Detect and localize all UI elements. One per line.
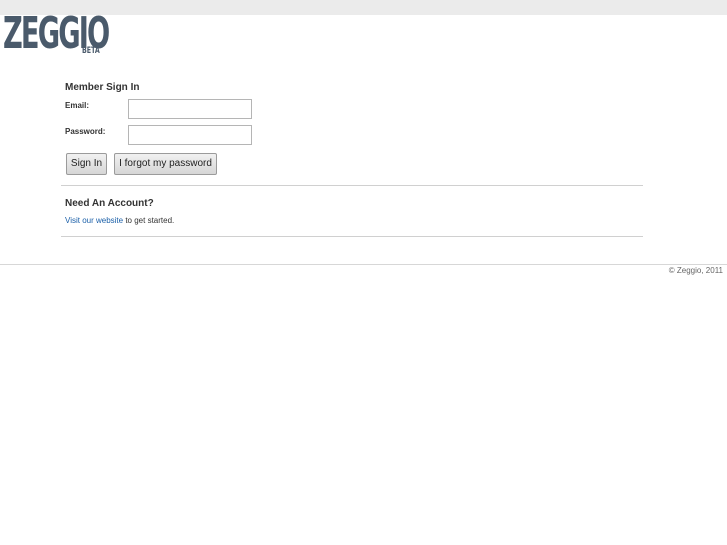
footer-divider (0, 264, 727, 265)
password-label: Password: (65, 127, 106, 136)
sign-in-heading: Member Sign In (65, 82, 140, 93)
password-field[interactable] (128, 125, 252, 145)
get-started-suffix: to get started. (123, 216, 175, 225)
divider (61, 185, 643, 186)
email-label: Email: (65, 101, 90, 110)
copyright-text: © Zeggio, 2011 (668, 266, 723, 275)
zeggio-logo[interactable]: ZEGGIO BETA (3, 11, 110, 59)
get-started-text: Visit our website to get started. (65, 216, 174, 225)
sign-in-button[interactable]: Sign In (66, 153, 107, 175)
top-bar (0, 0, 727, 15)
logo-beta-tag: BETA (82, 46, 100, 56)
need-account-heading: Need An Account? (65, 198, 154, 209)
forgot-password-button[interactable]: I forgot my password (114, 153, 217, 175)
visit-website-link[interactable]: Visit our website (65, 216, 123, 225)
divider (61, 236, 643, 237)
email-field[interactable] (128, 99, 252, 119)
